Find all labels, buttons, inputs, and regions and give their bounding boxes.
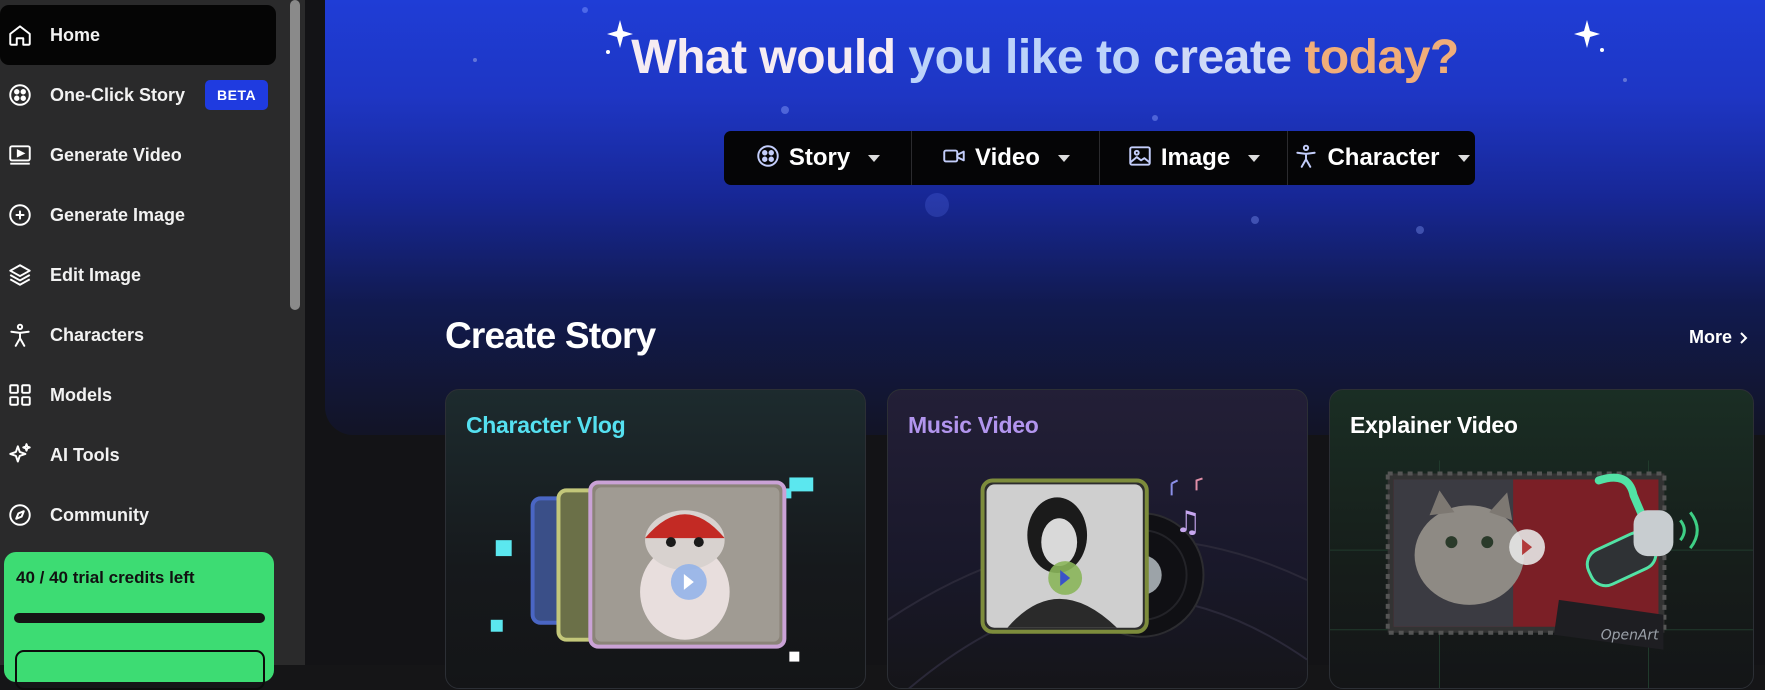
sidebar-item-generate-image[interactable]: Generate Image [0, 185, 276, 245]
sparkles-icon [6, 441, 34, 469]
sidebar-item-edit-image[interactable]: Edit Image [0, 245, 276, 305]
sidebar-item-label: AI Tools [50, 444, 120, 465]
hero-title-part-c: create [1153, 31, 1305, 84]
create-video-label: Video [975, 144, 1040, 171]
create-story-dropdown[interactable]: Story [724, 131, 912, 185]
sidebar: Home One-Click Story BETA Generate Video… [0, 0, 305, 690]
sidebar-item-label: Edit Image [50, 264, 142, 285]
sidebar-item-label: One-Click Story [50, 84, 186, 105]
sidebar-item-label: Generate Video [50, 144, 182, 165]
film-reel-icon [6, 81, 34, 109]
sidebar-item-generate-video[interactable]: Generate Video [0, 125, 276, 185]
hero-title: What would you like to create today? [325, 30, 1765, 85]
sidebar-item-home[interactable]: Home [0, 5, 276, 65]
card-explainer-video[interactable]: Explainer Video OpenArt [1329, 389, 1754, 689]
character-vlog-illustration [490, 477, 814, 662]
sidebar-item-models[interactable]: Models [0, 365, 276, 425]
create-character-label: Character [1327, 144, 1440, 171]
sidebar-item-label: Generate Image [50, 204, 186, 225]
person-icon [6, 321, 34, 349]
video-camera-icon [941, 143, 967, 174]
hero-title-part-b: you like to [908, 31, 1154, 84]
sidebar-item-label: Characters [50, 324, 145, 345]
sidebar-item-community[interactable]: Community [0, 485, 276, 545]
more-link[interactable]: More [1689, 327, 1748, 348]
chevron-down-icon [1248, 154, 1261, 162]
home-icon [6, 21, 34, 49]
video-play-icon [6, 141, 34, 169]
create-story-label: Story [788, 144, 851, 171]
hero-title-part-a: What would [631, 31, 909, 84]
music-video-illustration: ♫ [888, 477, 1307, 688]
credits-progress-bar [14, 613, 265, 623]
sidebar-item-one-click-story[interactable]: One-Click Story BETA [0, 65, 276, 125]
chevron-down-icon [1057, 154, 1070, 162]
hero-banner: What would you like to create today? [325, 0, 1765, 435]
create-image-dropdown[interactable]: Image [1100, 131, 1288, 185]
create-character-dropdown[interactable]: Character [1288, 131, 1475, 185]
hero-title-part-d: today? [1304, 31, 1459, 84]
image-icon [1127, 143, 1153, 174]
credits-text: 40 / 40 trial credits left [16, 568, 195, 587]
card-title: Character Vlog [466, 412, 626, 438]
more-label: More [1689, 327, 1733, 347]
explainer-video-illustration: OpenArt [1330, 460, 1753, 688]
card-title: Explainer Video [1350, 412, 1518, 438]
chevron-right-icon [1740, 331, 1748, 344]
credits-panel: 40 / 40 trial credits left [4, 552, 274, 690]
sidebar-item-label: Models [50, 384, 113, 405]
create-image-label: Image [1160, 144, 1231, 171]
openart-laptop-text: OpenArt [1601, 628, 1659, 644]
card-character-vlog[interactable]: Character Vlog [445, 389, 866, 689]
grid-icon [6, 381, 34, 409]
person-icon [1293, 143, 1319, 174]
chevron-down-icon [868, 154, 881, 162]
create-type-selector: Story Video Image Character [724, 131, 1475, 185]
svg-text:♫: ♫ [1175, 505, 1202, 540]
sidebar-item-label: Home [50, 24, 101, 45]
card-music-video[interactable]: Music Video ♫ [887, 389, 1308, 689]
create-video-dropdown[interactable]: Video [912, 131, 1100, 185]
sidebar-item-characters[interactable]: Characters [0, 305, 276, 365]
compass-icon [6, 501, 34, 529]
film-reel-icon [755, 143, 781, 174]
sidebar-scrollbar[interactable] [290, 0, 300, 310]
sidebar-item-label: Community [50, 504, 149, 525]
beta-badge: BETA [205, 80, 269, 110]
sidebar-item-ai-tools[interactable]: AI Tools [0, 425, 276, 485]
layers-icon [6, 261, 34, 289]
section-title: Create Story [445, 315, 656, 356]
card-title: Music Video [908, 412, 1039, 438]
upgrade-button[interactable] [15, 650, 265, 690]
chevron-down-icon [1457, 154, 1470, 162]
plus-circle-icon [6, 201, 34, 229]
